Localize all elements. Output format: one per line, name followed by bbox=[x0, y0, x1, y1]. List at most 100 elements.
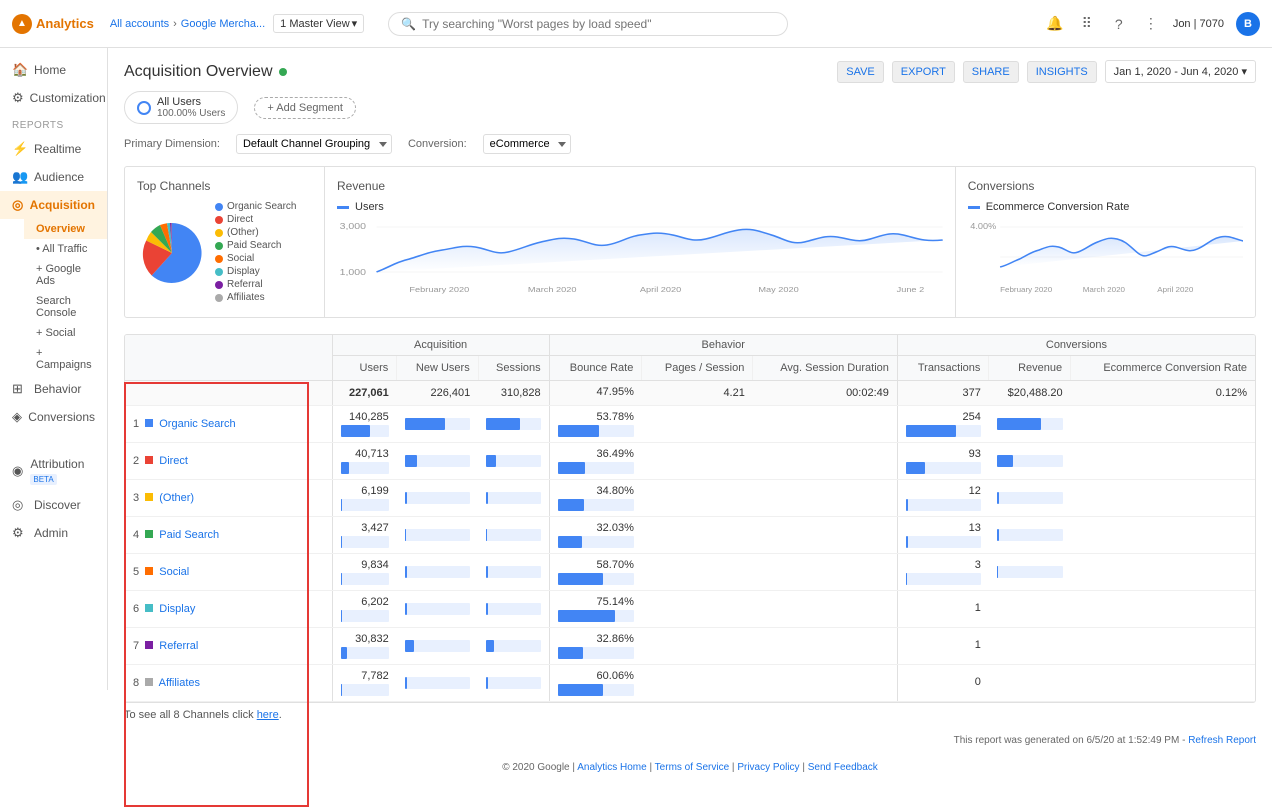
sidebar-item-customization[interactable]: ⚙ Customization bbox=[0, 84, 107, 112]
col-users[interactable]: Users bbox=[332, 356, 397, 381]
total-revenue: $20,488.20 bbox=[989, 381, 1071, 406]
avg-session-cell bbox=[753, 443, 898, 480]
share-button[interactable]: SHARE bbox=[963, 61, 1019, 83]
table-row: 5 Social 9,834 58.70% 3 bbox=[125, 554, 1255, 591]
conv-legend-line bbox=[968, 206, 980, 209]
ecomm-rate-cell bbox=[1071, 443, 1255, 480]
pie-chart bbox=[137, 218, 207, 288]
segment-sub: 100.00% Users bbox=[157, 108, 225, 119]
sidebar-item-google-ads[interactable]: + Google Ads bbox=[24, 259, 107, 291]
all-users-segment[interactable]: All Users 100.00% Users bbox=[124, 91, 238, 124]
sidebar-item-behavior[interactable]: ⊞ Behavior bbox=[0, 375, 107, 403]
bounce-rate-cell: 53.78% bbox=[549, 406, 642, 443]
channel-link[interactable]: Direct bbox=[159, 455, 188, 467]
see-all-link[interactable]: here bbox=[257, 709, 279, 721]
charts-section: Top Channels bbox=[124, 166, 1256, 318]
sidebar-item-social[interactable]: + Social bbox=[24, 323, 107, 343]
channel-cell: 5 Social bbox=[125, 554, 332, 591]
channel-link[interactable]: Referral bbox=[159, 640, 198, 652]
help-icon[interactable]: ? bbox=[1109, 14, 1129, 34]
sidebar-item-audience[interactable]: 👥 Audience bbox=[0, 163, 107, 191]
channel-header bbox=[125, 335, 332, 381]
transactions-cell: 254 bbox=[897, 406, 989, 443]
page-layout: 🏠 Home ⚙ Customization REPORTS ⚡ Realtim… bbox=[0, 0, 1272, 793]
sidebar-item-conversions[interactable]: ◈ Conversions bbox=[0, 403, 107, 431]
data-table-section: Acquisition Behavior Conversions Users N… bbox=[124, 334, 1256, 703]
insights-button[interactable]: INSIGHTS bbox=[1027, 61, 1097, 83]
add-segment-button[interactable]: + Add Segment bbox=[254, 97, 356, 119]
analytics-logo[interactable]: ▲ Analytics bbox=[12, 14, 94, 34]
pages-session-cell bbox=[642, 443, 753, 480]
search-input[interactable] bbox=[422, 17, 775, 31]
export-button[interactable]: EXPORT bbox=[892, 61, 955, 83]
channel-link[interactable]: Social bbox=[159, 566, 189, 578]
sidebar-item-acquisition[interactable]: ◎ Acquisition bbox=[0, 191, 107, 219]
footer-privacy[interactable]: Privacy Policy bbox=[737, 762, 799, 773]
avg-session-cell bbox=[753, 591, 898, 628]
date-range-picker[interactable]: Jan 1, 2020 - Jun 4, 2020 ▾ bbox=[1105, 60, 1256, 83]
user-avatar[interactable]: B bbox=[1236, 12, 1260, 36]
top-channels-title: Top Channels bbox=[137, 179, 312, 193]
sidebar-item-discover[interactable]: ◎ Discover bbox=[0, 491, 107, 519]
logo-icon: ▲ bbox=[12, 14, 32, 34]
save-button[interactable]: SAVE bbox=[837, 61, 884, 83]
users-bar-cell: 7,782 bbox=[332, 665, 397, 702]
breadcrumb-account[interactable]: Google Mercha... bbox=[181, 18, 265, 30]
top-navigation: ▲ Analytics All accounts › Google Mercha… bbox=[0, 0, 1272, 48]
transactions-cell: 3 bbox=[897, 554, 989, 591]
sidebar-item-realtime[interactable]: ⚡ Realtime bbox=[0, 135, 107, 163]
search-bar[interactable]: 🔍 bbox=[388, 12, 788, 36]
channel-link[interactable]: Organic Search bbox=[159, 418, 235, 430]
sidebar-item-admin[interactable]: ⚙ Admin bbox=[0, 519, 107, 547]
col-transactions[interactable]: Transactions bbox=[897, 356, 989, 381]
footer-analytics-home[interactable]: Analytics Home bbox=[577, 762, 646, 773]
primary-dimension-select[interactable]: Default Channel Grouping bbox=[236, 134, 392, 154]
grid-icon[interactable]: ⠿ bbox=[1077, 14, 1097, 34]
users-bar-cell: 3,427 bbox=[332, 517, 397, 554]
footer-feedback[interactable]: Send Feedback bbox=[808, 762, 878, 773]
sidebar-item-attribution[interactable]: ◉ Attribution BETA bbox=[0, 451, 107, 491]
col-new-users[interactable]: New Users bbox=[397, 356, 478, 381]
sessions-bar-cell bbox=[478, 443, 549, 480]
transactions-cell: 0 bbox=[897, 665, 989, 702]
table-row: 6 Display 6,202 75.14% 1 bbox=[125, 591, 1255, 628]
bell-icon[interactable]: 🔔 bbox=[1045, 14, 1065, 34]
audience-icon: 👥 bbox=[12, 169, 28, 185]
sidebar-item-all-traffic[interactable]: • All Traffic bbox=[24, 239, 107, 259]
svg-text:March 2020: March 2020 bbox=[1082, 285, 1124, 293]
acquisition-group-header: Acquisition bbox=[332, 335, 549, 356]
table-row: 7 Referral 30,832 32.86% 1 bbox=[125, 628, 1255, 665]
revenue-legend-label: Users bbox=[355, 201, 384, 213]
page-title: Acquisition Overview bbox=[124, 63, 273, 81]
channel-link[interactable]: Display bbox=[159, 603, 195, 615]
col-revenue[interactable]: Revenue bbox=[989, 356, 1071, 381]
footer-tos[interactable]: Terms of Service bbox=[655, 762, 729, 773]
col-pages-session[interactable]: Pages / Session bbox=[642, 356, 753, 381]
svg-text:April 2020: April 2020 bbox=[640, 286, 682, 294]
channel-cell: 6 Display bbox=[125, 591, 332, 628]
page-footer: © 2020 Google | Analytics Home | Terms o… bbox=[124, 754, 1256, 781]
status-indicator bbox=[279, 68, 287, 76]
breadcrumb-all-accounts[interactable]: All accounts bbox=[110, 18, 169, 30]
col-bounce-rate[interactable]: Bounce Rate bbox=[549, 356, 642, 381]
svg-text:3,000: 3,000 bbox=[340, 222, 366, 231]
header-actions: SAVE EXPORT SHARE INSIGHTS Jan 1, 2020 -… bbox=[837, 60, 1256, 83]
col-avg-session[interactable]: Avg. Session Duration bbox=[753, 356, 898, 381]
refresh-report-link[interactable]: Refresh Report bbox=[1188, 735, 1256, 746]
sidebar-item-campaigns[interactable]: + Campaigns bbox=[24, 343, 107, 375]
col-sessions[interactable]: Sessions bbox=[478, 356, 549, 381]
sidebar-item-search-console[interactable]: Search Console bbox=[24, 291, 107, 323]
channel-link[interactable]: Affiliates bbox=[159, 677, 200, 689]
conversion-select[interactable]: eCommerce bbox=[483, 134, 571, 154]
master-view-selector[interactable]: 1 Master View ▾ bbox=[273, 14, 364, 33]
pie-legend: Organic Search Direct (Other) Paid Searc… bbox=[215, 201, 296, 305]
revenue-cell bbox=[989, 665, 1071, 702]
col-ecomm-rate[interactable]: Ecommerce Conversion Rate bbox=[1071, 356, 1255, 381]
channel-link[interactable]: (Other) bbox=[159, 492, 194, 504]
sidebar-item-overview[interactable]: Overview bbox=[24, 219, 107, 239]
ecomm-rate-cell bbox=[1071, 554, 1255, 591]
sidebar-item-home[interactable]: 🏠 Home bbox=[0, 56, 107, 84]
bounce-rate-cell: 58.70% bbox=[549, 554, 642, 591]
channel-link[interactable]: Paid Search bbox=[159, 529, 219, 541]
more-icon[interactable]: ⋮ bbox=[1141, 14, 1161, 34]
